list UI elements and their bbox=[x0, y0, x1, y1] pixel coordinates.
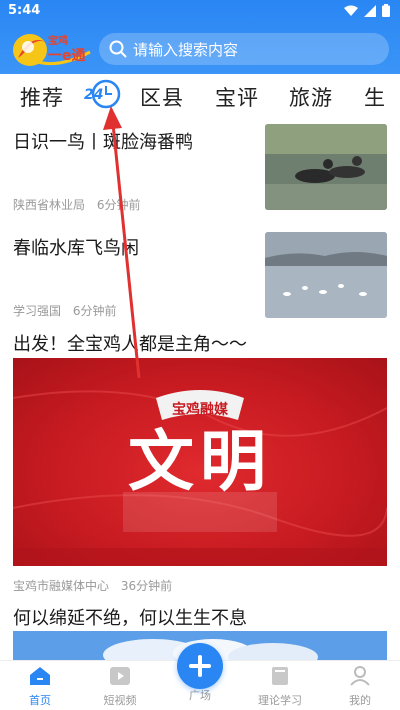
news-time: 6分钟前 bbox=[96, 198, 141, 212]
nav-theory-study[interactable]: 理论学习 bbox=[240, 666, 320, 708]
news-thumbnail bbox=[265, 124, 387, 210]
logo-text-bottom: 一e通 bbox=[48, 48, 86, 64]
news-item[interactable]: 春临水库飞鸟闲 学习强国 6分钟前 bbox=[0, 222, 400, 326]
tab-review[interactable]: 宝评 bbox=[215, 82, 259, 112]
nav-home-label: 首页 bbox=[29, 694, 51, 707]
signal-icon bbox=[364, 4, 376, 17]
book-icon bbox=[272, 667, 288, 685]
nav-theory-study-label: 理论学习 bbox=[258, 694, 302, 707]
news-item[interactable]: 日识一鸟丨斑脸海番鸭 陕西省林业局 6分钟前 bbox=[0, 118, 400, 222]
wifi-icon bbox=[344, 5, 358, 16]
battery-icon bbox=[382, 4, 390, 17]
news-meta: 学习强国 6分钟前 bbox=[13, 302, 116, 319]
banner-headline: 文明 bbox=[128, 423, 272, 500]
search-placeholder: 请输入搜索内容 bbox=[133, 40, 239, 59]
nav-square-label: 广场 bbox=[189, 689, 211, 702]
news-time: 6分钟前 bbox=[72, 304, 117, 318]
video-play-icon bbox=[110, 667, 130, 685]
status-bar: 5:44 bbox=[0, 0, 400, 24]
news-source: 宝鸡市融媒体中心 bbox=[13, 579, 110, 593]
tab-travel[interactable]: 旅游 bbox=[289, 82, 333, 112]
channel-tabs: 推荐 区县 宝评 旅游 生 bbox=[0, 74, 400, 118]
plus-icon bbox=[189, 655, 211, 677]
news-title: 春临水库飞鸟闲 bbox=[13, 238, 139, 259]
news-source: 陕西省林业局 bbox=[13, 198, 86, 212]
news-title: 日识一鸟丨斑脸海番鸭 bbox=[13, 132, 193, 153]
user-icon bbox=[350, 666, 370, 686]
search-input[interactable]: 请输入搜索内容 bbox=[99, 33, 389, 65]
news-time: 36分钟前 bbox=[120, 579, 173, 593]
news-banner-image[interactable]: 宝鸡融媒 文明 bbox=[13, 358, 387, 566]
news-source: 学习强国 bbox=[13, 304, 62, 318]
banner-brand: 宝鸡融媒 bbox=[172, 401, 229, 418]
tab-24-hours[interactable]: 24 bbox=[84, 78, 122, 110]
tab-recommend[interactable]: 推荐 bbox=[20, 82, 64, 112]
app-logo[interactable]: 宝鸡 一e通 bbox=[8, 28, 94, 70]
tab-more[interactable]: 生 bbox=[364, 82, 386, 112]
app-header: 5:44 宝鸡 一e通 请输入搜索内容 bbox=[0, 0, 400, 74]
tab-district[interactable]: 区县 bbox=[140, 82, 184, 112]
logo-text-top: 宝鸡 bbox=[48, 34, 68, 47]
nav-short-video-label: 短视频 bbox=[103, 694, 137, 707]
home-icon bbox=[30, 667, 50, 685]
add-post-button[interactable] bbox=[177, 643, 223, 689]
news-thumbnail bbox=[265, 232, 387, 318]
news-meta: 陕西省林业局 6分钟前 bbox=[13, 196, 140, 213]
tab-24-label: 24 bbox=[84, 87, 103, 103]
status-icons bbox=[344, 4, 390, 17]
search-icon bbox=[109, 40, 127, 58]
nav-short-video[interactable]: 短视频 bbox=[80, 666, 160, 708]
news-title: 出发！全宝鸡人都是主角～～ bbox=[13, 334, 247, 355]
news-meta: 宝鸡市融媒体中心 36分钟前 bbox=[13, 577, 172, 594]
nav-home[interactable]: 首页 bbox=[0, 666, 80, 708]
status-time: 5:44 bbox=[8, 3, 41, 18]
nav-mine[interactable]: 我的 bbox=[320, 666, 400, 708]
nav-mine-label: 我的 bbox=[349, 694, 371, 707]
news-title: 何以绵延不绝，何以生生不息 bbox=[13, 608, 247, 629]
